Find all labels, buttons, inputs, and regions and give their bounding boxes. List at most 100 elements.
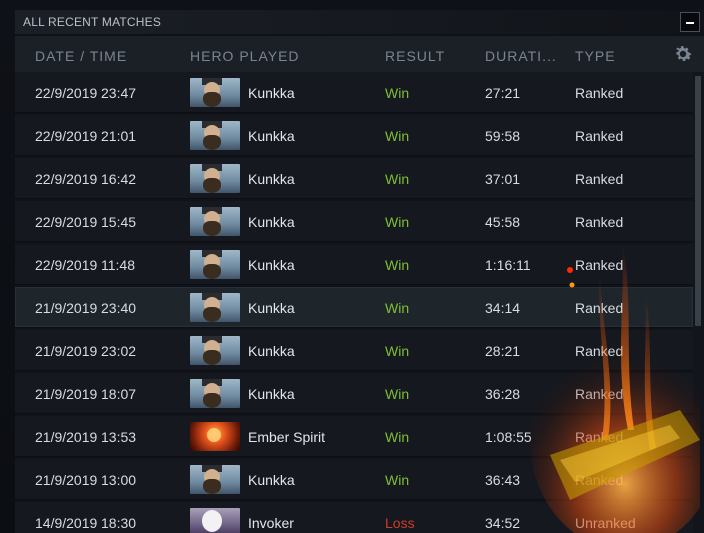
match-type: Ranked <box>575 85 624 101</box>
match-result: Win <box>385 386 410 402</box>
match-date: 21/9/2019 <box>35 343 98 359</box>
match-time: 15:45 <box>101 214 137 230</box>
matches-table: DATE / TIME HERO PLAYED RESULT DURATI...… <box>15 36 704 533</box>
match-date: 22/9/2019 <box>35 128 98 144</box>
scrollbar-thumb[interactable] <box>695 76 701 326</box>
match-result: Win <box>385 343 410 359</box>
hero-name: Kunkka <box>248 171 295 187</box>
match-duration: 34:52 <box>485 515 521 531</box>
table-row[interactable]: 22/9/2019 11:48 Kunkka Win 1:16:11 Ranked <box>15 244 693 285</box>
column-header-hero[interactable]: HERO PLAYED <box>190 48 300 64</box>
hero-name: Kunkka <box>248 128 295 144</box>
table-header: DATE / TIME HERO PLAYED RESULT DURATI...… <box>15 36 704 72</box>
match-time: 13:53 <box>101 429 137 445</box>
match-type: Ranked <box>575 171 624 187</box>
match-time: 13:00 <box>101 472 137 488</box>
kunkka-portrait-icon[interactable] <box>190 250 240 279</box>
match-type: Ranked <box>575 214 624 230</box>
match-result: Win <box>385 257 410 273</box>
column-header-type[interactable]: TYPE <box>575 48 616 64</box>
match-duration: 27:21 <box>485 85 521 101</box>
match-duration: 36:28 <box>485 386 521 402</box>
match-date: 21/9/2019 <box>35 429 98 445</box>
match-duration: 37:01 <box>485 171 521 187</box>
match-time: 21:01 <box>101 128 137 144</box>
column-header-result[interactable]: RESULT <box>385 48 445 64</box>
match-date: 21/9/2019 <box>35 386 98 402</box>
match-result: Win <box>385 128 410 144</box>
match-type: Ranked <box>575 429 624 445</box>
match-duration: 1:08:55 <box>485 429 532 445</box>
table-row[interactable]: 21/9/2019 13:53 Ember Spirit Win 1:08:55 Rank… <box>15 416 693 457</box>
table-row[interactable]: 22/9/2019 16:42 Kunkka Win 37:01 Ranked <box>15 158 693 199</box>
match-result: Loss <box>385 515 415 531</box>
match-date: 22/9/2019 <box>35 171 98 187</box>
match-duration: 1:16:11 <box>485 257 531 273</box>
hero-name: Kunkka <box>248 85 295 101</box>
match-type: Ranked <box>575 343 624 359</box>
column-header-duration[interactable]: DURATI... <box>485 48 557 64</box>
section-title: ALL RECENT MATCHES <box>23 15 162 29</box>
match-result: Win <box>385 300 410 316</box>
hero-name: Ember Spirit <box>248 429 326 445</box>
column-header-date-time[interactable]: DATE / TIME <box>35 48 127 64</box>
match-time: 23:40 <box>101 300 137 316</box>
match-duration: 28:21 <box>485 343 521 359</box>
match-date: 14/9/2019 <box>35 515 98 531</box>
recent-matches-titlebar: ALL RECENT MATCHES <box>15 10 704 34</box>
minimize-button[interactable] <box>680 12 700 32</box>
match-time: 18:07 <box>101 386 137 402</box>
kunkka-portrait-icon[interactable] <box>190 78 240 107</box>
match-time: 23:47 <box>101 85 137 101</box>
table-row[interactable]: 22/9/2019 23:47 Kunkka Win 27:21 Ranked <box>15 72 693 113</box>
match-type: Ranked <box>575 257 624 273</box>
table-row[interactable]: 22/9/2019 21:01 Kunkka Win 59:58 Ranked <box>15 115 693 156</box>
hero-name: Kunkka <box>248 472 295 488</box>
table-row[interactable]: 22/9/2019 15:45 Kunkka Win 45:58 Ranked <box>15 201 693 242</box>
kunkka-portrait-icon[interactable] <box>190 336 240 365</box>
ember-spirit-portrait-icon[interactable] <box>190 422 240 451</box>
match-duration: 59:58 <box>485 128 521 144</box>
hero-name: Kunkka <box>248 214 295 230</box>
match-result: Win <box>385 429 410 445</box>
match-duration: 36:43 <box>485 472 521 488</box>
minus-icon <box>686 22 694 24</box>
kunkka-portrait-icon[interactable] <box>190 207 240 236</box>
match-result: Win <box>385 214 410 230</box>
hero-name: Invoker <box>248 515 294 531</box>
match-duration: 34:14 <box>485 300 521 316</box>
invoker-portrait-icon[interactable] <box>190 508 240 533</box>
table-row[interactable]: 21/9/2019 23:02 Kunkka Win 28:21 Ranked <box>15 330 693 371</box>
match-time: 23:02 <box>101 343 137 359</box>
match-type: Ranked <box>575 386 624 402</box>
hero-name: Kunkka <box>248 343 295 359</box>
table-row[interactable]: 21/9/2019 13:00 Kunkka Win 36:43 Ranked <box>15 459 693 500</box>
match-result: Win <box>385 171 410 187</box>
match-type: Ranked <box>575 472 624 488</box>
match-date: 22/9/2019 <box>35 257 98 273</box>
kunkka-portrait-icon[interactable] <box>190 121 240 150</box>
kunkka-portrait-icon[interactable] <box>190 293 240 322</box>
table-body: 22/9/2019 23:47 Kunkka Win 27:21 Ranked 22/9/2… <box>15 72 693 533</box>
match-type: Ranked <box>575 128 624 144</box>
match-date: 21/9/2019 <box>35 472 98 488</box>
match-type: Ranked <box>575 300 624 316</box>
table-row[interactable]: 14/9/2019 18:30 Invoker Loss 34:52 Unranked <box>15 502 693 533</box>
gear-icon[interactable] <box>672 43 694 65</box>
recent-matches-window: ALL RECENT MATCHES DATE / TIME HERO PLAY… <box>0 0 704 533</box>
match-date: 22/9/2019 <box>35 85 98 101</box>
kunkka-portrait-icon[interactable] <box>190 164 240 193</box>
match-date: 22/9/2019 <box>35 214 98 230</box>
kunkka-portrait-icon[interactable] <box>190 379 240 408</box>
match-result: Win <box>385 472 410 488</box>
table-row[interactable]: 21/9/2019 18:07 Kunkka Win 36:28 Ranked <box>15 373 693 414</box>
hero-name: Kunkka <box>248 257 295 273</box>
match-type: Unranked <box>575 515 636 531</box>
table-row[interactable]: 21/9/2019 23:40 Kunkka Win 34:14 Ranked <box>15 287 693 328</box>
match-result: Win <box>385 85 410 101</box>
kunkka-portrait-icon[interactable] <box>190 465 240 494</box>
hero-name: Kunkka <box>248 300 295 316</box>
hero-name: Kunkka <box>248 386 295 402</box>
match-date: 21/9/2019 <box>35 300 98 316</box>
match-time: 18:30 <box>101 515 137 531</box>
